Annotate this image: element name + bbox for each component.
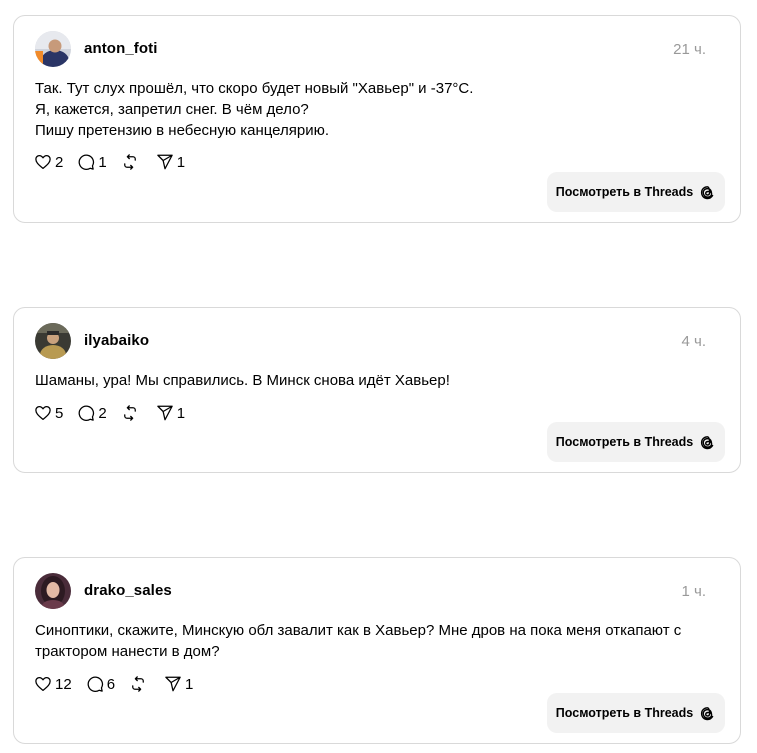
threads-logo-icon xyxy=(701,435,714,449)
share-button[interactable]: 1 xyxy=(164,675,193,693)
post-time: 1 ч. xyxy=(681,583,707,600)
reply-button[interactable]: 6 xyxy=(86,675,115,693)
send-icon xyxy=(156,154,173,170)
post-text: Синоптики, скажите, Минскую обл завалит … xyxy=(35,622,682,660)
username[interactable]: anton_foti xyxy=(84,40,158,57)
repost-button[interactable] xyxy=(129,675,150,693)
avatar-image xyxy=(35,323,71,359)
view-in-threads-label: Посмотреть в Threads xyxy=(555,706,694,720)
share-button[interactable]: 1 xyxy=(156,153,185,171)
like-count: 5 xyxy=(55,404,64,422)
threads-logo-icon xyxy=(701,706,714,720)
comment-icon xyxy=(78,405,95,421)
avatar-image xyxy=(35,573,71,609)
comment-icon xyxy=(78,154,95,170)
post-text: Шаманы, ура! Мы справились. В Минск снов… xyxy=(35,372,450,389)
view-in-threads-button[interactable]: Посмотреть в Threads xyxy=(547,693,725,733)
view-in-threads-button[interactable]: Посмотреть в Threads xyxy=(547,422,725,462)
post-time: 21 ч. xyxy=(673,41,706,58)
reply-count: 6 xyxy=(106,675,116,693)
heart-icon xyxy=(35,676,51,692)
like-count: 12 xyxy=(55,675,72,693)
like-button[interactable]: 12 xyxy=(34,675,72,693)
post-time: 4 ч. xyxy=(681,333,707,350)
reply-count: 2 xyxy=(98,404,107,422)
view-in-threads-label: Посмотреть в Threads xyxy=(555,435,694,449)
heart-icon xyxy=(35,154,51,170)
repost-button[interactable] xyxy=(121,404,142,422)
post-actions: 5 2 1 xyxy=(34,404,199,422)
username[interactable]: drako_sales xyxy=(84,582,172,599)
view-in-threads-label: Посмотреть в Threads xyxy=(555,185,694,199)
view-in-threads-button[interactable]: Посмотреть в Threads xyxy=(547,172,725,212)
like-button[interactable]: 2 xyxy=(34,153,63,171)
post-card: anton_foti 21 ч. Так. Тут слух прошёл, ч… xyxy=(13,15,741,223)
post-actions: 12 6 1 xyxy=(34,675,207,693)
share-button[interactable]: 1 xyxy=(156,404,185,422)
repost-icon xyxy=(132,676,144,692)
post-actions: 2 1 1 xyxy=(34,153,199,171)
reply-button[interactable]: 2 xyxy=(77,404,107,422)
share-count: 1 xyxy=(185,675,194,693)
share-count: 1 xyxy=(176,404,186,422)
like-count: 2 xyxy=(55,153,64,171)
repost-button[interactable] xyxy=(121,153,142,171)
comment-icon xyxy=(87,676,103,692)
post-card: drako_sales 1 ч. Синоптики, скажите, Мин… xyxy=(13,557,741,744)
send-icon xyxy=(156,405,173,421)
repost-icon xyxy=(123,405,136,421)
share-count: 1 xyxy=(176,153,186,171)
reply-button[interactable]: 1 xyxy=(77,153,107,171)
like-button[interactable]: 5 xyxy=(34,404,63,422)
username[interactable]: ilyabaiko xyxy=(84,332,149,349)
threads-logo-icon xyxy=(701,185,714,199)
avatar[interactable] xyxy=(35,573,71,609)
reply-count: 1 xyxy=(98,153,107,171)
avatar[interactable] xyxy=(35,31,71,67)
avatar[interactable] xyxy=(35,323,71,359)
heart-icon xyxy=(35,405,51,421)
post-text: Так. Тут слух прошёл, что скоро будет но… xyxy=(35,80,474,139)
repost-icon xyxy=(123,154,136,170)
avatar-image xyxy=(35,31,71,67)
send-icon xyxy=(165,676,181,692)
post-card: ilyabaiko 4 ч. Шаманы, ура! Мы справилис… xyxy=(13,307,741,473)
